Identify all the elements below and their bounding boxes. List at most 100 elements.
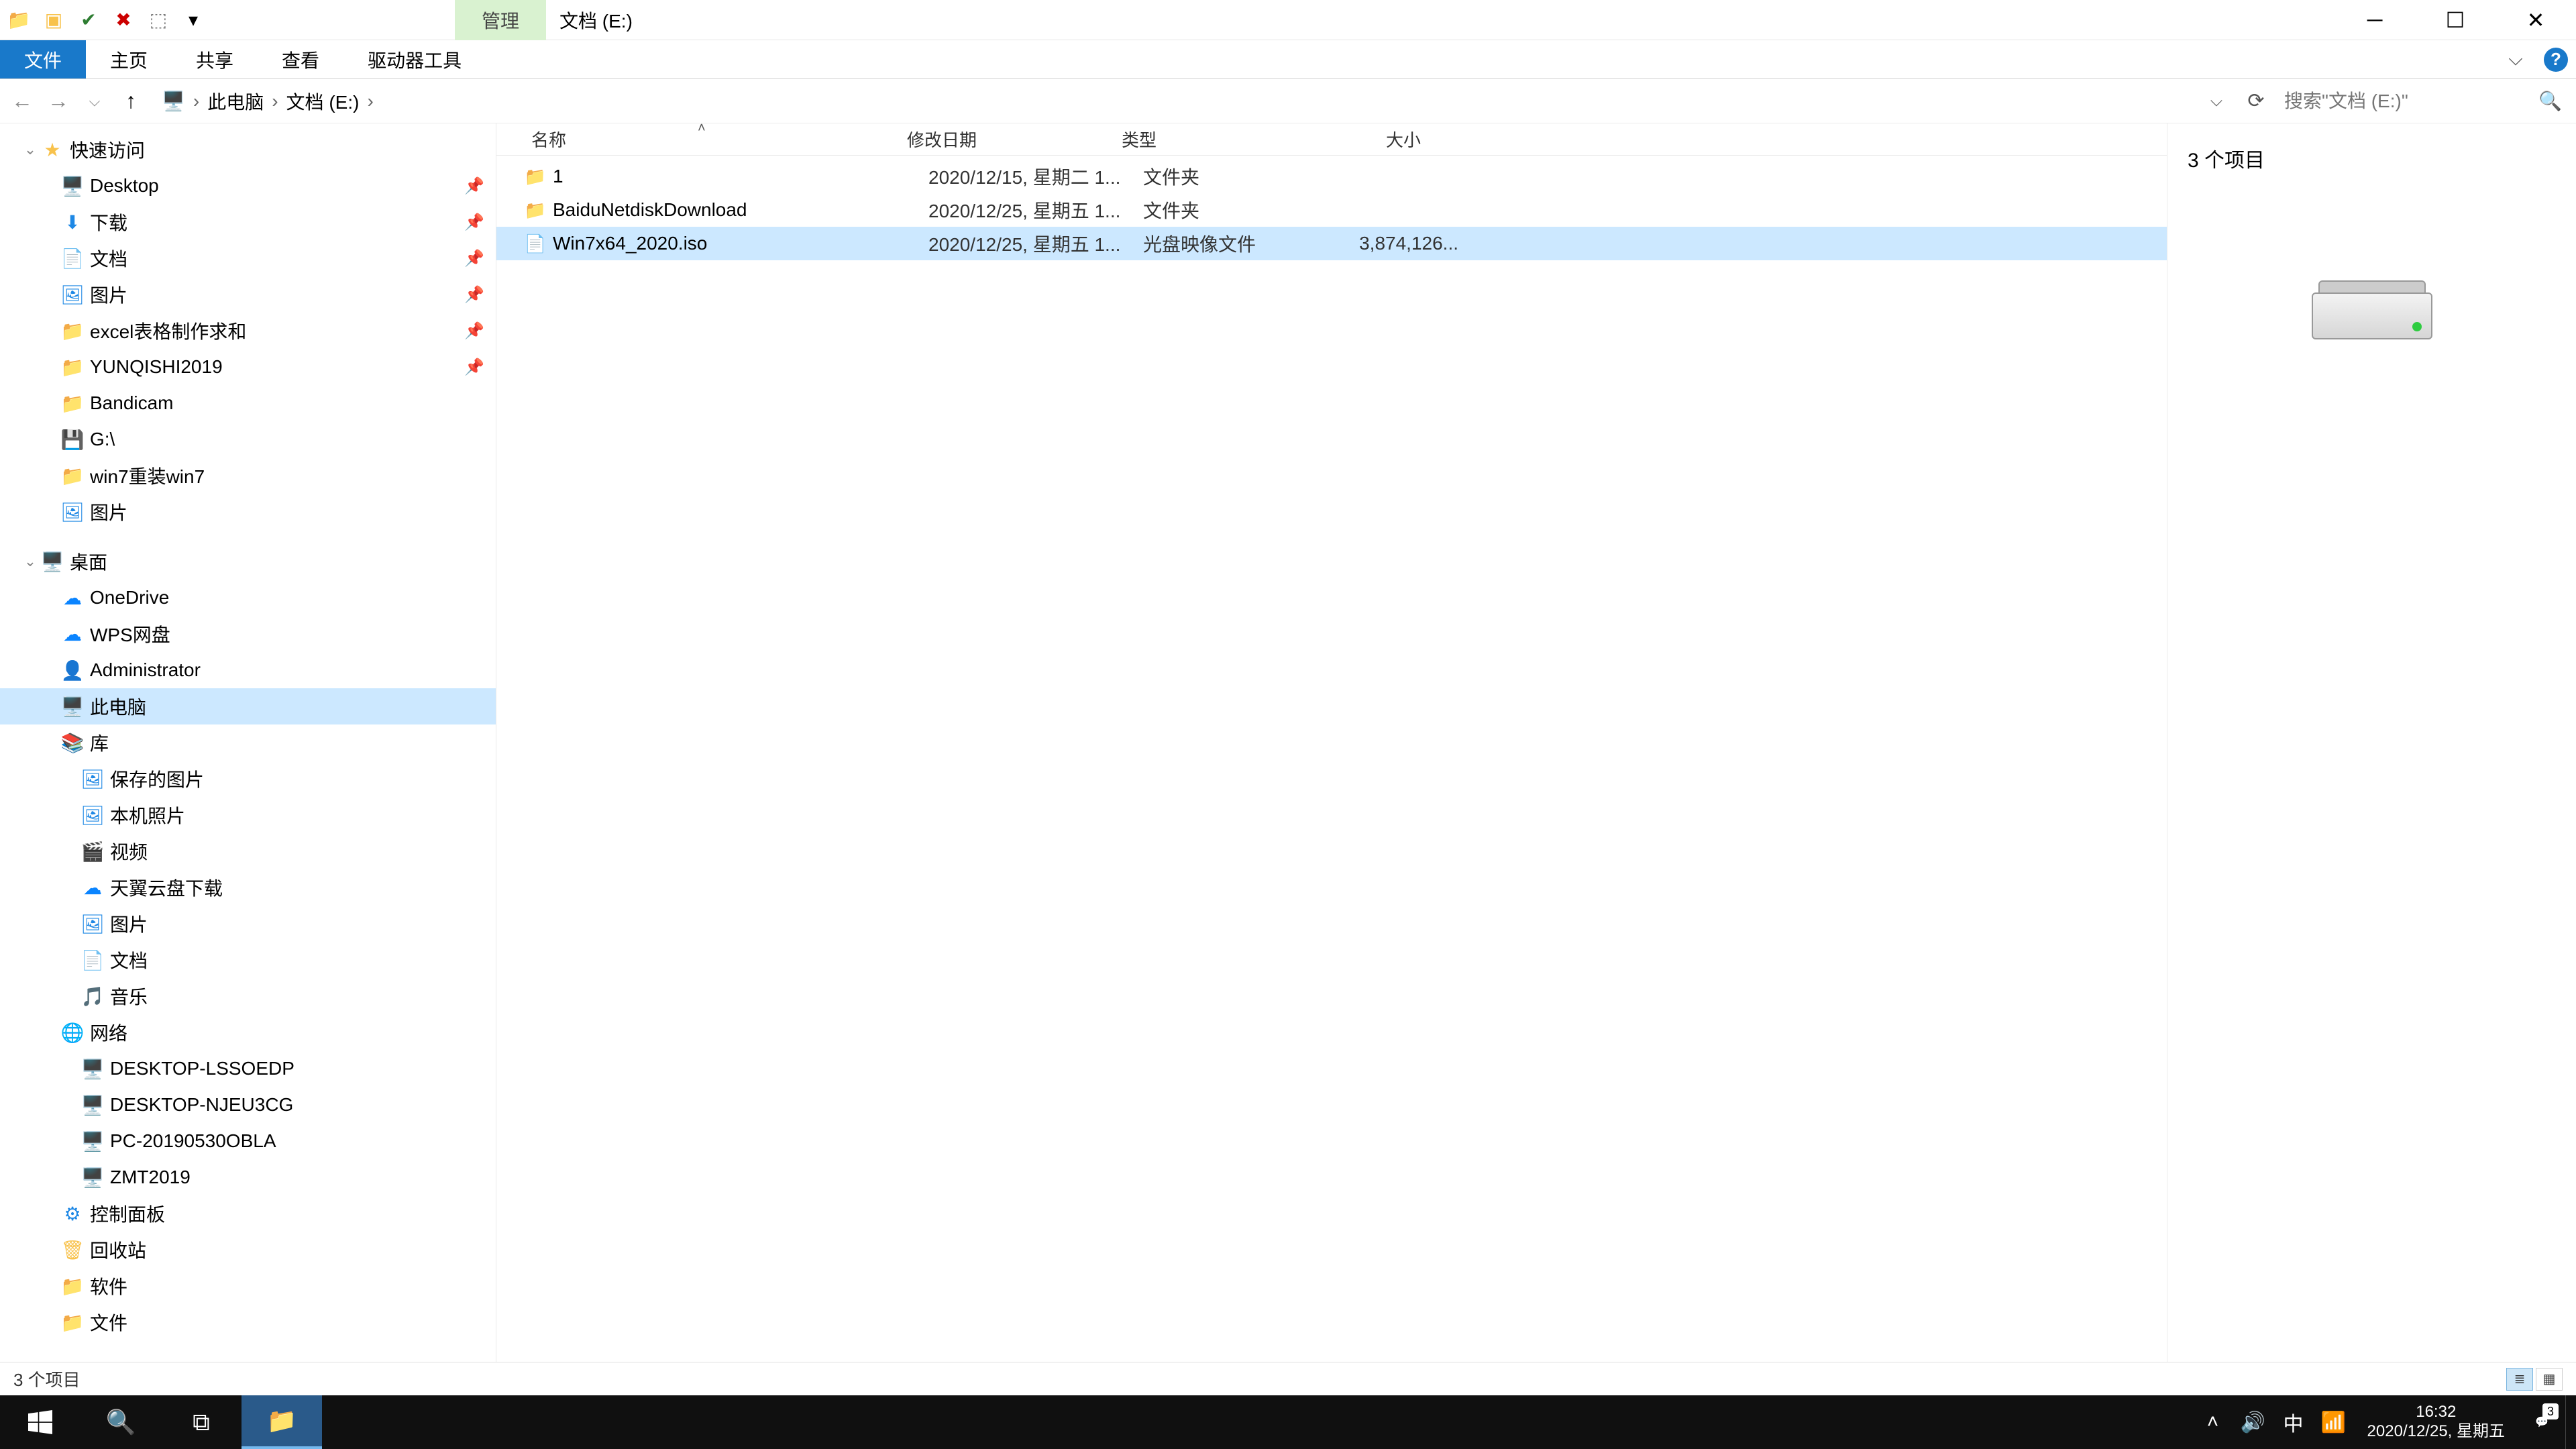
tree-quick-access[interactable]: ⌄ ★ 快速访问 [0, 131, 496, 168]
tree-item[interactable]: 🌐网络 [0, 1014, 496, 1051]
tray-ime-icon[interactable]: 中 [2273, 1395, 2314, 1449]
tree-item[interactable]: 🖥️Desktop📌 [0, 168, 496, 204]
caret-icon[interactable]: ⌄ [20, 141, 40, 158]
view-icons-button[interactable]: ▦ [2536, 1368, 2563, 1391]
tree-item[interactable]: 🖥️此电脑 [0, 688, 496, 724]
qat-new-folder-icon[interactable]: ▣ [40, 7, 67, 34]
star-icon: ★ [40, 139, 64, 161]
view-details-button[interactable]: ≣ [2506, 1368, 2533, 1391]
tree-item[interactable]: 📁win7重装win7 [0, 458, 496, 494]
tree-label: 快速访问 [70, 136, 488, 163]
tree-item[interactable]: 🗑回收站 [0, 1232, 496, 1268]
tab-file[interactable]: 文件 [0, 40, 86, 78]
tree-item[interactable]: ☁WPS网盘 [0, 616, 496, 652]
tree-item-label: DESKTOP-NJEU3CG [110, 1094, 488, 1116]
qat-properties-icon[interactable]: ⬚ [145, 7, 172, 34]
pin-icon: 📌 [461, 176, 488, 196]
refresh-button[interactable]: ⟳ [2239, 85, 2273, 118]
tab-share[interactable]: 共享 [172, 40, 258, 78]
breadcrumb[interactable]: 🖥️ › 此电脑 › 文档 (E:) › [150, 85, 2194, 118]
tree-item[interactable]: 📄文档 [0, 942, 496, 978]
tree-item[interactable]: 📁Bandicam [0, 385, 496, 421]
tree-item[interactable]: ⬇下载📌 [0, 204, 496, 240]
tree-item[interactable]: ☁天翼云盘下载 [0, 869, 496, 906]
column-header-type[interactable]: 类型 [1114, 127, 1295, 152]
start-button[interactable] [0, 1395, 80, 1449]
tree-item-icon: 📚 [60, 732, 85, 754]
tray-overflow-icon[interactable]: ˄ [2193, 1395, 2233, 1449]
chevron-right-icon[interactable]: › [269, 91, 280, 112]
tree-item[interactable]: 🖥️DESKTOP-LSSOEDP [0, 1051, 496, 1087]
tree-item-icon: 🎵 [80, 985, 105, 1008]
nav-up-button[interactable]: ↑ [114, 85, 148, 118]
file-row[interactable]: 📄Win7x64_2020.iso2020/12/25, 星期五 1...光盘映… [496, 227, 2167, 260]
taskbar-clock[interactable]: 16:32 2020/12/25, 星期五 [2354, 1403, 2518, 1442]
navigation-tree[interactable]: ⌄ ★ 快速访问 🖥️Desktop📌⬇下载📌📄文档📌🖼图片📌📁excel表格制… [0, 123, 496, 1362]
tree-item[interactable]: ☁OneDrive [0, 580, 496, 616]
breadcrumb-root-icon[interactable]: 🖥️ [156, 90, 191, 112]
help-button[interactable]: ? [2536, 40, 2576, 78]
breadcrumb-seg-this-pc[interactable]: 此电脑 [202, 88, 269, 115]
file-row[interactable]: 📁BaiduNetdiskDownload2020/12/25, 星期五 1..… [496, 193, 2167, 227]
tree-item[interactable]: 🖼图片 [0, 906, 496, 942]
tree-item[interactable]: 🖥️PC-20190530OBLA [0, 1123, 496, 1159]
tree-item[interactable]: 🖥️ZMT2019 [0, 1159, 496, 1195]
tray-network-icon[interactable]: 📶 [2314, 1395, 2354, 1449]
app-icon[interactable]: 📁 [5, 7, 32, 34]
show-desktop-button[interactable] [2565, 1395, 2576, 1449]
file-row[interactable]: 📁12020/12/15, 星期二 1...文件夹 [496, 160, 2167, 193]
tree-item[interactable]: 🎬视频 [0, 833, 496, 869]
tab-view[interactable]: 查看 [258, 40, 343, 78]
tree-item[interactable]: 👤Administrator [0, 652, 496, 688]
column-header-date[interactable]: 修改日期 [899, 127, 1114, 152]
tree-item[interactable]: 💾G:\ [0, 421, 496, 458]
maximize-button[interactable]: ☐ [2415, 0, 2496, 40]
tree-item[interactable]: 🖥️DESKTOP-NJEU3CG [0, 1087, 496, 1123]
chevron-right-icon[interactable]: › [364, 91, 376, 112]
pin-icon: 📌 [461, 249, 488, 268]
tree-item-icon: 👤 [60, 659, 85, 682]
search-box[interactable]: 🔍 [2275, 85, 2571, 118]
tree-item[interactable]: 🖼图片 [0, 494, 496, 530]
nav-forward-button[interactable]: → [42, 85, 75, 118]
search-icon[interactable]: 🔍 [2538, 90, 2562, 112]
task-view-button[interactable]: ⧉ [161, 1395, 241, 1449]
tree-item[interactable]: 📄文档📌 [0, 240, 496, 276]
breadcrumb-seg-drive[interactable]: 文档 (E:) [281, 88, 365, 115]
contextual-tab-manage[interactable]: 管理 [455, 0, 546, 40]
tree-item[interactable]: 🖼保存的图片 [0, 761, 496, 797]
search-input[interactable] [2284, 91, 2538, 112]
tree-item[interactable]: ⚙控制面板 [0, 1195, 496, 1232]
column-header-name[interactable]: 名称 [523, 127, 899, 152]
action-center-button[interactable]: 💬 3 [2518, 1415, 2565, 1429]
column-header-size[interactable]: 大小 [1295, 127, 1429, 152]
chevron-right-icon[interactable]: › [191, 91, 202, 112]
close-button[interactable]: ✕ [2496, 0, 2576, 40]
tree-item-icon: 🖥️ [60, 175, 85, 197]
tree-item-label: 下载 [90, 209, 461, 235]
tree-item[interactable]: 🖼图片📌 [0, 276, 496, 313]
tree-item[interactable]: 🎵音乐 [0, 978, 496, 1014]
breadcrumb-dropdown[interactable]: ⌵ [2196, 92, 2237, 111]
qat-check-icon[interactable]: ✔ [75, 7, 102, 34]
tree-desktop[interactable]: ⌄ 🖥️ 桌面 [0, 543, 496, 580]
tab-drive-tools[interactable]: 驱动器工具 [343, 40, 486, 78]
tree-item-label: 库 [90, 729, 488, 756]
tab-home[interactable]: 主页 [86, 40, 172, 78]
taskbar-search-button[interactable]: 🔍 [80, 1395, 161, 1449]
nav-back-button[interactable]: ← [5, 85, 39, 118]
taskbar-explorer-button[interactable]: 📁 [241, 1395, 322, 1449]
tree-item[interactable]: 🖼本机照片 [0, 797, 496, 833]
tree-item[interactable]: 📁excel表格制作求和📌 [0, 313, 496, 349]
tree-item[interactable]: 📁YUNQISHI2019📌 [0, 349, 496, 385]
qat-delete-icon[interactable]: ✖ [110, 7, 137, 34]
tree-item[interactable]: 📁文件 [0, 1304, 496, 1340]
nav-recent-dropdown[interactable]: ⌵ [78, 85, 111, 118]
minimize-button[interactable]: ─ [2334, 0, 2415, 40]
caret-icon[interactable]: ⌄ [20, 553, 40, 570]
tree-item[interactable]: 📁软件 [0, 1268, 496, 1304]
qat-dropdown-icon[interactable]: ▾ [180, 7, 207, 34]
tree-item[interactable]: 📚库 [0, 724, 496, 761]
ribbon-expand-icon[interactable]: ⌵ [2496, 40, 2536, 78]
tray-volume-icon[interactable]: 🔊 [2233, 1395, 2273, 1449]
